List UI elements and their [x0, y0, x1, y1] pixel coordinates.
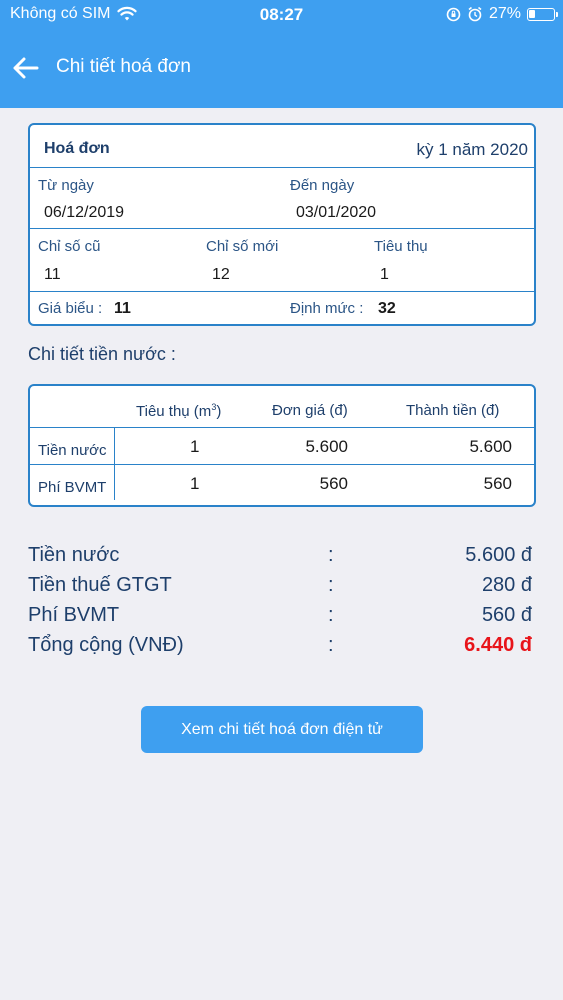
consumption-value: 1 [380, 266, 389, 283]
index-row: Chỉ số cũ 11 Chỉ số mới 12 Tiêu thụ 1 [30, 229, 534, 292]
rotation-lock-icon [446, 7, 461, 22]
new-index-label: Chỉ số mới [206, 238, 279, 255]
table-column-divider [114, 428, 115, 500]
summary-total-value: 6.440 đ [464, 634, 532, 656]
row-consumption: 1 [190, 437, 200, 456]
summary-colon: : [328, 574, 334, 596]
table-divider [30, 464, 534, 465]
price-row: Giá biểu : 11 Định mức : 32 [30, 292, 534, 326]
row-amount: 5.600 [469, 437, 512, 456]
from-date-value: 06/12/2019 [44, 204, 125, 221]
summary-colon: : [328, 604, 334, 626]
battery-percent: 27% [488, 5, 521, 22]
row-unit-price: 560 [319, 474, 348, 493]
status-bar: Không có SIM 08:27 27% [0, 5, 563, 27]
header-amount: Thành tiền (đ) [406, 402, 500, 419]
detail-table: Tiêu thụ (m3) Đơn giá (đ) Thành tiền (đ)… [28, 384, 536, 507]
to-date-value: 03/01/2020 [296, 204, 377, 221]
page-title: Chi tiết hoá đơn [56, 56, 191, 77]
summary-row-env-fee: Phí BVMT : 560 đ [28, 604, 536, 632]
quota-label: Định mức : [290, 300, 364, 317]
invoice-label: Hoá đơn [44, 140, 110, 157]
invoice-header-row: Hoá đơn kỳ 1 năm 2020 [30, 125, 534, 168]
row-unit-price: 5.600 [305, 437, 348, 456]
status-right: 27% [446, 5, 558, 23]
row-name: Tiền nước [38, 442, 107, 459]
table-divider [30, 427, 534, 428]
invoice-card: Hoá đơn kỳ 1 năm 2020 Từ ngày 06/12/2019… [28, 123, 536, 326]
battery-icon [527, 7, 558, 21]
header-consumption-text: Tiêu thụ (m [136, 403, 212, 420]
from-date-label: Từ ngày [38, 177, 94, 194]
summary-value: 5.600 đ [465, 544, 532, 566]
app-header: Không có SIM 08:27 27% Chi tiết hoá đơn [0, 0, 563, 108]
battery-fill [529, 9, 535, 18]
row-name: Phí BVMT [38, 479, 107, 496]
back-arrow-icon[interactable] [10, 53, 42, 83]
summary-row-total: Tổng cộng (VNĐ) : 6.440 đ [28, 634, 536, 662]
row-consumption: 1 [190, 474, 200, 493]
consumption-label: Tiêu thụ [374, 238, 428, 255]
date-row: Từ ngày 06/12/2019 Đến ngày 03/01/2020 [30, 168, 534, 229]
summary-label: Phí BVMT [28, 604, 120, 626]
summary-value: 280 đ [481, 574, 532, 596]
quota-value: 32 [378, 300, 396, 317]
summary-row-vat: Tiền thuế GTGT : 280 đ [28, 574, 536, 602]
header-unit-price: Đơn giá (đ) [272, 402, 348, 419]
to-date-label: Đến ngày [290, 177, 355, 194]
summary-colon: : [328, 634, 334, 656]
summary-value: 560 đ [481, 604, 532, 626]
summary-label: Tiền thuế GTGT [28, 574, 172, 596]
new-index-value: 12 [212, 266, 230, 283]
row-amount: 560 [483, 474, 512, 493]
summary-colon: : [328, 544, 334, 566]
summary-label: Tiền nước [28, 544, 120, 566]
price-table-value: 11 [114, 300, 131, 317]
view-e-invoice-button[interactable]: Xem chi tiết hoá đơn điện tử [141, 706, 423, 753]
old-index-value: 11 [44, 266, 61, 283]
detail-section-title: Chi tiết tiền nước : [28, 344, 176, 364]
old-index-label: Chỉ số cũ [38, 238, 101, 255]
alarm-icon [467, 6, 483, 22]
navbar: Chi tiết hoá đơn [0, 52, 563, 84]
price-table-label: Giá biểu : [38, 300, 103, 317]
summary-row-water: Tiền nước : 5.600 đ [28, 544, 536, 572]
header-consumption: Tiêu thụ (m3) [136, 402, 221, 420]
summary-total-label: Tổng cộng (VNĐ) [28, 634, 184, 656]
invoice-period: kỳ 1 năm 2020 [416, 140, 528, 159]
header-consumption-close: ) [216, 403, 222, 420]
